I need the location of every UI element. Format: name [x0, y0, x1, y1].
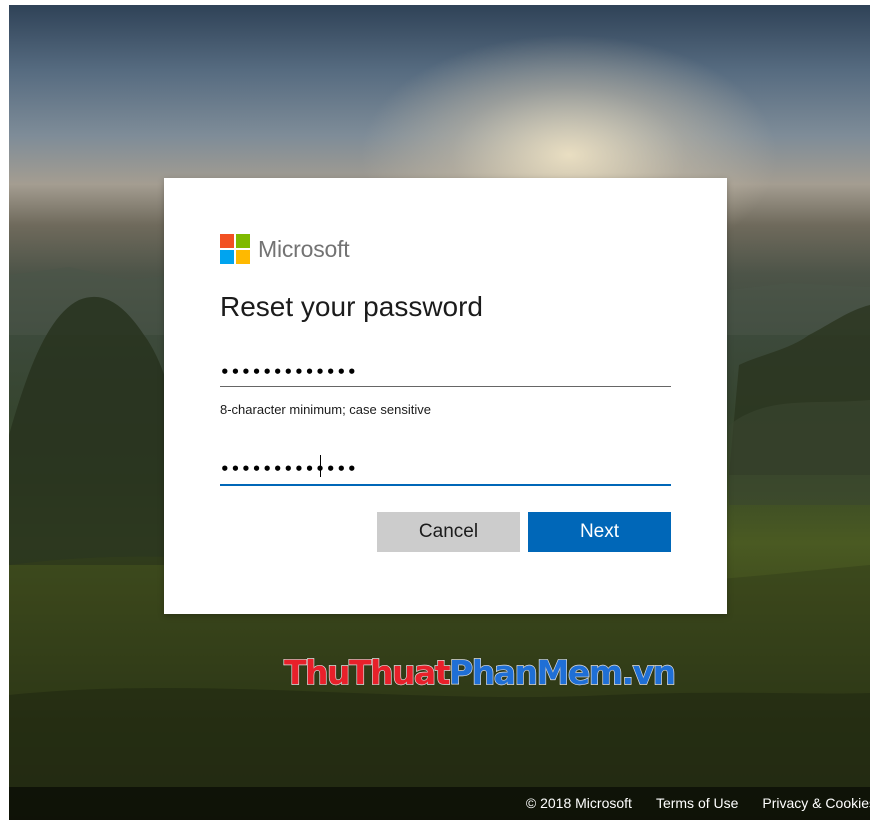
watermark-part-5: .vn [621, 652, 677, 692]
text-cursor [320, 455, 321, 477]
microsoft-logo-icon [220, 234, 250, 264]
new-password-field[interactable] [220, 358, 671, 387]
brand-name: Microsoft [258, 235, 350, 262]
page-title: Reset your password [220, 291, 484, 322]
logo-square-yellow [236, 250, 250, 264]
terms-of-use-link[interactable]: Terms of Use [656, 795, 738, 811]
site-watermark: ThuThuatPhanMem.vn [283, 652, 677, 692]
microsoft-logo: Microsoft [220, 234, 350, 264]
cancel-button[interactable]: Cancel [377, 512, 520, 552]
logo-square-red [220, 234, 234, 248]
reset-password-dialog: Microsoft Reset your password 8-characte… [164, 178, 727, 614]
page-footer: © 2018 Microsoft Terms of Use Privacy & … [9, 787, 870, 820]
next-button[interactable]: Next [528, 512, 671, 552]
logo-square-blue [220, 250, 234, 264]
copyright-text: © 2018 Microsoft [525, 795, 632, 811]
password-hint: 8-character minimum; case sensitive [220, 402, 431, 417]
watermark-part-1: Thu [283, 652, 351, 692]
privacy-cookies-link[interactable]: Privacy & Cookies [762, 795, 870, 811]
watermark-part-4: Mem [536, 652, 624, 692]
footer-links: © 2018 Microsoft Terms of Use Privacy & … [526, 795, 870, 811]
confirm-password-field[interactable] [220, 454, 671, 486]
watermark-part-3: Phan [448, 652, 538, 692]
logo-square-green [236, 234, 250, 248]
watermark-part-2: Thuat [348, 652, 451, 692]
background-scene: Microsoft Reset your password 8-characte… [9, 5, 870, 820]
